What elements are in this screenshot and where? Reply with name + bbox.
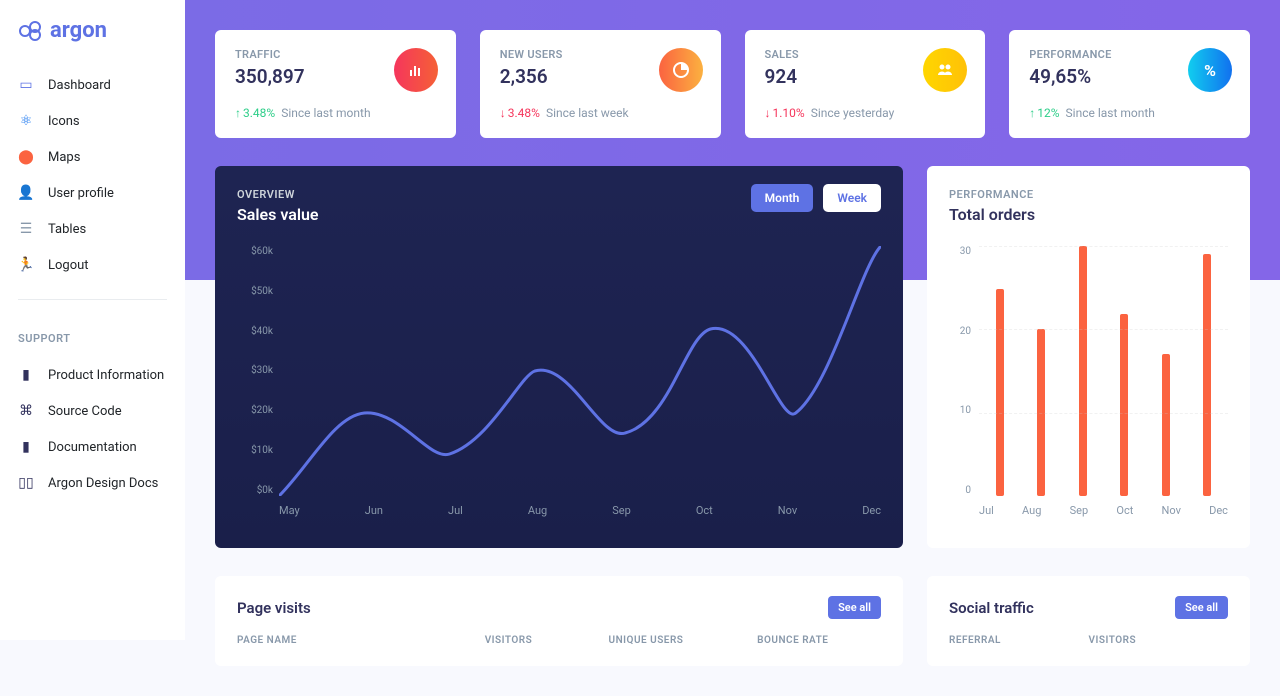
table-header: PAGE NAME VISITORS UNIQUE USERS BOUNCE R… — [237, 635, 881, 646]
sidebar-item-label: Logout — [48, 258, 89, 273]
x-axis: JulAugSepOctNovDec — [979, 504, 1228, 526]
chart-bar-icon — [394, 48, 438, 92]
card-sales: SALES 924 ↓1.10%Since yesterday — [745, 30, 986, 138]
sidebar-item-label: Source Code — [48, 404, 122, 419]
nav-main: ▭ Dashboard ⚛ Icons ⬤ Maps 👤 User profile ☰ T… — [0, 61, 185, 289]
y-axis: $60k$50k$40k$30k$20k$10k$0k — [237, 246, 273, 496]
card-traffic: TRAFFIC 350,897 ↑3.48%Since last month — [215, 30, 456, 138]
sidebar-item-tables[interactable]: ☰ Tables — [0, 211, 185, 247]
bar — [996, 289, 1004, 497]
see-all-button[interactable]: See all — [828, 596, 881, 619]
card-delta: 1.10% — [773, 106, 805, 120]
col-page-name: PAGE NAME — [237, 635, 485, 646]
atom-icon: ⚛ — [18, 113, 34, 129]
sidebar-item-label: Maps — [48, 150, 80, 165]
sidebar-item-label: Product Information — [48, 368, 164, 383]
panel-sales-value: OVERVIEW Sales value Month Week $60k$50k… — [215, 166, 903, 548]
col-bounce-rate: BOUNCE RATE — [757, 635, 881, 646]
sidebar-item-label: Tables — [48, 222, 86, 237]
sidebar-item-label: Documentation — [48, 440, 137, 455]
panel-social-traffic: Social traffic See all REFERRAL VISITORS — [927, 576, 1250, 666]
list-icon: ☰ — [18, 221, 34, 237]
card-new-users: NEW USERS 2,356 ↓3.48%Since last week — [480, 30, 721, 138]
col-visitors: VISITORS — [1089, 635, 1229, 646]
col-referral: REFERRAL — [949, 635, 1089, 646]
sidebar-item-design-docs[interactable]: ▯▯ Argon Design Docs — [0, 465, 185, 501]
panel-page-visits: Page visits See all PAGE NAME VISITORS U… — [215, 576, 903, 666]
panel-title: Social traffic — [949, 599, 1034, 617]
code-icon: ⌘ — [18, 403, 34, 419]
support-heading: SUPPORT — [0, 310, 185, 351]
sidebar-item-product-info[interactable]: ▮ Product Information — [0, 357, 185, 393]
sidebar-item-label: Icons — [48, 114, 80, 129]
card-since: Since last month — [281, 106, 370, 120]
tv-icon: ▭ — [18, 77, 34, 93]
divider — [18, 299, 167, 300]
y-axis: 3020100 — [949, 246, 971, 496]
bar — [1079, 246, 1087, 496]
doc-icon: ▮ — [18, 367, 34, 383]
main: TRAFFIC 350,897 ↑3.48%Since last month N… — [185, 0, 1280, 696]
panel-total-orders: PERFORMANCE Total orders 3020100 — [927, 166, 1250, 548]
sidebar-item-label: User profile — [48, 186, 114, 201]
card-delta: 3.48% — [243, 106, 275, 120]
pin-icon: ⬤ — [18, 149, 34, 165]
logo-icon — [18, 19, 42, 43]
percent-icon: % — [1188, 48, 1232, 92]
col-unique-users: UNIQUE USERS — [609, 635, 758, 646]
col-visitors: VISITORS — [485, 635, 609, 646]
card-since: Since last month — [1066, 106, 1155, 120]
panel-title: Page visits — [237, 599, 311, 617]
card-performance: PERFORMANCE 49,65% % ↑12%Since last mont… — [1009, 30, 1250, 138]
bars — [979, 246, 1228, 496]
sidebar-item-label: Dashboard — [48, 78, 111, 93]
bar — [1120, 314, 1128, 497]
arrow-up-icon: ↑12% — [1029, 106, 1059, 120]
sidebar-item-source-code[interactable]: ⌘ Source Code — [0, 393, 185, 429]
bar — [1203, 254, 1211, 497]
user-icon: 👤 — [18, 185, 34, 201]
stat-cards: TRAFFIC 350,897 ↑3.48%Since last month N… — [215, 30, 1250, 138]
sidebar-item-logout[interactable]: 🏃 Logout — [0, 247, 185, 283]
pie-chart-icon — [659, 48, 703, 92]
sidebar-item-icons[interactable]: ⚛ Icons — [0, 103, 185, 139]
nav-support: ▮ Product Information ⌘ Source Code ▮ Docum… — [0, 351, 185, 507]
card-since: Since last week — [546, 106, 629, 120]
users-icon — [923, 48, 967, 92]
tab-month[interactable]: Month — [751, 184, 814, 212]
sidebar-item-maps[interactable]: ⬤ Maps — [0, 139, 185, 175]
bar — [1162, 354, 1170, 497]
sidebar-item-documentation[interactable]: ▮ Documentation — [0, 429, 185, 465]
brand[interactable]: argon — [0, 18, 185, 61]
card-delta: 12% — [1037, 106, 1059, 120]
card-delta: 3.48% — [508, 106, 540, 120]
orders-chart: 3020100 JulAugSepOctNovDec — [949, 246, 1228, 526]
chart-tabs: Month Week — [751, 184, 881, 212]
plot-area — [279, 246, 881, 496]
table-header: REFERRAL VISITORS — [949, 635, 1228, 646]
tab-week[interactable]: Week — [823, 184, 881, 212]
panel-subtitle: PERFORMANCE — [949, 188, 1228, 201]
sidebar-item-dashboard[interactable]: ▭ Dashboard — [0, 67, 185, 103]
card-since: Since yesterday — [811, 106, 895, 120]
sidebar-item-user-profile[interactable]: 👤 User profile — [0, 175, 185, 211]
see-all-button[interactable]: See all — [1175, 596, 1228, 619]
run-icon: 🏃 — [18, 257, 34, 273]
sales-chart: $60k$50k$40k$30k$20k$10k$0k MayJunJulAug… — [237, 246, 881, 526]
arrow-down-icon: ↓1.10% — [765, 106, 805, 120]
line-path — [279, 246, 881, 496]
arrow-up-icon: ↑3.48% — [235, 106, 275, 120]
brand-text: argon — [50, 18, 107, 43]
palette-icon: ▯▯ — [18, 475, 34, 491]
panel-title: Total orders — [949, 205, 1228, 224]
x-axis: MayJunJulAugSepOctNovDec — [279, 504, 881, 526]
sidebar: argon ▭ Dashboard ⚛ Icons ⬤ Maps 👤 User prof… — [0, 0, 185, 640]
arrow-down-icon: ↓3.48% — [500, 106, 540, 120]
plot-area — [979, 246, 1228, 496]
book-icon: ▮ — [18, 439, 34, 455]
sidebar-item-label: Argon Design Docs — [48, 476, 158, 491]
